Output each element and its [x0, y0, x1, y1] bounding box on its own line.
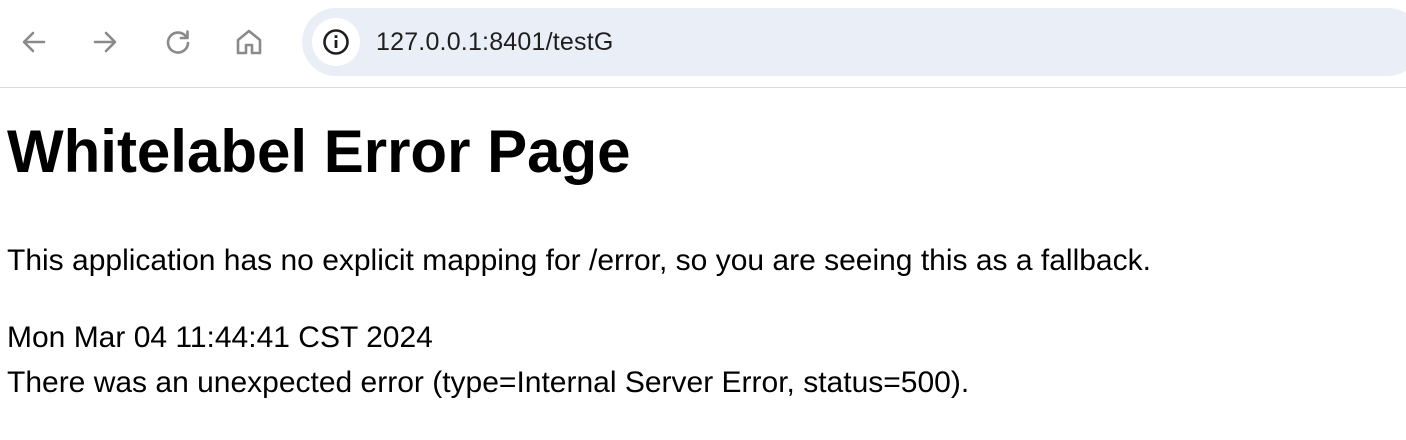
arrow-left-icon — [22, 31, 46, 53]
url-text[interactable]: 127.0.0.1:8401/testG — [376, 27, 614, 57]
error-timestamp: Mon Mar 04 11:44:41 CST 2024 — [7, 321, 433, 354]
browser-toolbar: 127.0.0.1:8401/testG — [0, 0, 1406, 88]
reload-icon — [166, 30, 190, 54]
info-icon — [323, 29, 349, 55]
error-detail: There was an unexpected error (type=Inte… — [7, 366, 970, 399]
arrow-right-icon — [93, 31, 117, 53]
address-bar[interactable]: 127.0.0.1:8401/testG — [302, 8, 1406, 76]
site-info-button[interactable] — [312, 18, 360, 66]
page-title: Whitelabel Error Page — [7, 118, 631, 185]
home-button[interactable] — [229, 22, 269, 62]
back-button[interactable] — [14, 22, 54, 62]
forward-button[interactable] — [85, 22, 125, 62]
error-message: This application has no explicit mapping… — [7, 244, 1151, 277]
reload-button[interactable] — [158, 22, 198, 62]
home-icon — [236, 29, 262, 55]
